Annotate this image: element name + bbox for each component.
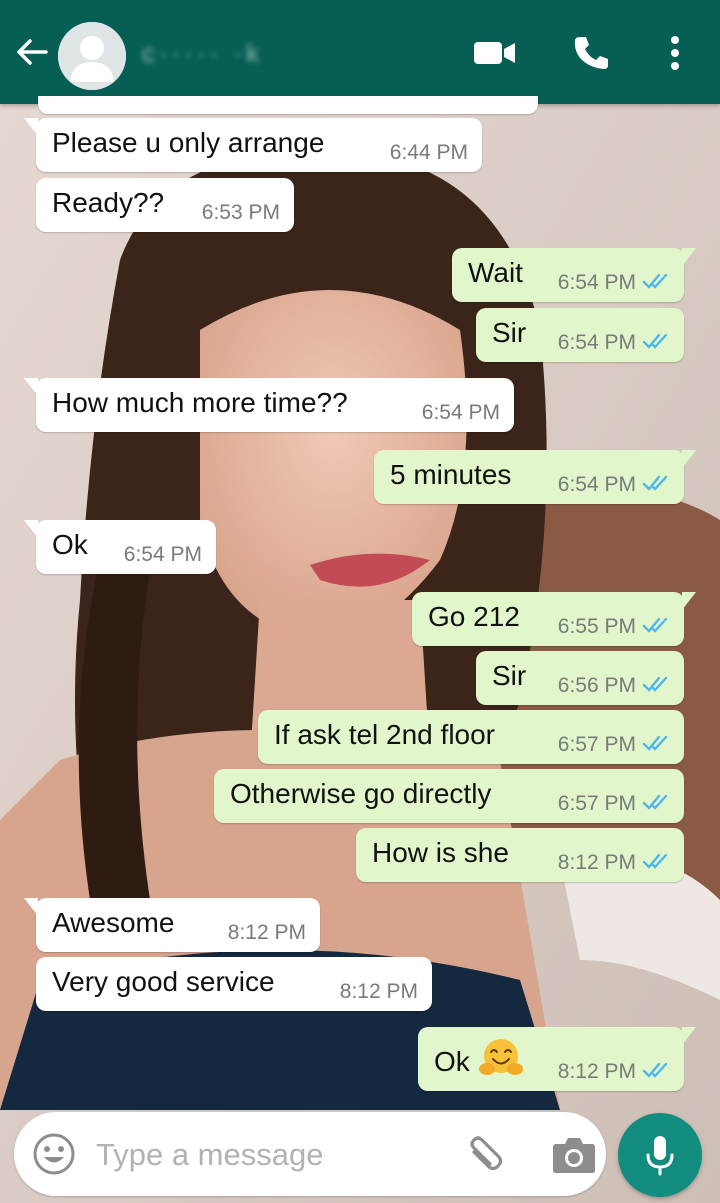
contact-name[interactable]: c····· ·k [142, 38, 342, 64]
message-text: Wait [468, 257, 523, 288]
bubble-tail [682, 592, 696, 610]
message-text: How is she [372, 837, 509, 868]
message-text: Otherwise go directly [230, 778, 492, 809]
emoji-icon[interactable] [30, 1130, 78, 1178]
message-bubble-incoming[interactable]: How much more time?? 6:54 PM [24, 378, 514, 432]
bubble-tail [24, 378, 38, 396]
message-text: Please u only arrange [52, 127, 325, 158]
message-bubble-incoming[interactable]: Please u only arrange 6:44 PM [24, 118, 482, 172]
message-time: 8:12 PM [557, 1060, 636, 1083]
read-ticks-icon [642, 273, 668, 289]
message-time: 6:57 PM [557, 792, 636, 815]
avatar-placeholder-icon [58, 22, 126, 90]
message-bubble-outgoing[interactable]: Sir 6:56 PM [476, 651, 684, 705]
video-call-icon[interactable] [472, 30, 518, 76]
message-text: Ready?? [52, 187, 165, 218]
message-text: How much more time?? [52, 387, 348, 418]
message-meta: 6:54 PM [544, 466, 670, 496]
message-time: 6:54 PM [557, 473, 636, 496]
message-composer [14, 1112, 606, 1196]
message-time: 6:55 PM [557, 615, 636, 638]
message-bubble-outgoing[interactable]: Otherwise go directly 6:57 PM [214, 769, 684, 823]
mic-button[interactable] [618, 1113, 702, 1197]
message-bubble-incoming[interactable]: Ok 6:54 PM [24, 520, 216, 574]
message-text: Very good service [52, 966, 275, 997]
message-meta: 6:57 PM [544, 726, 670, 756]
message-bubble-partial [38, 96, 538, 114]
contact-avatar[interactable] [58, 22, 126, 90]
read-ticks-icon [642, 617, 668, 633]
read-ticks-icon [642, 333, 668, 349]
message-meta: 6:56 PM [544, 667, 670, 697]
message-time: 6:53 PM [201, 201, 280, 224]
message-text: Go 212 [428, 601, 520, 632]
message-bubble-outgoing[interactable]: 5 minutes 6:54 PM [374, 450, 696, 504]
message-bubble-outgoing[interactable]: Sir 6:54 PM [476, 308, 684, 362]
message-text: Ok [52, 529, 88, 560]
hugging-face-emoji [478, 1039, 523, 1075]
message-time: 8:12 PM [557, 851, 636, 874]
message-bubble-outgoing[interactable]: How is she 8:12 PM [356, 828, 684, 882]
message-bubble-outgoing[interactable]: Wait 6:54 PM [452, 248, 696, 302]
read-ticks-icon [642, 853, 668, 869]
message-meta: 8:12 PM [544, 1053, 670, 1083]
bubble-tail [24, 520, 38, 538]
message-time: 8:12 PM [227, 921, 306, 944]
message-meta: 6:54 PM [544, 264, 670, 294]
read-ticks-icon [642, 735, 668, 751]
back-arrow-icon[interactable] [10, 30, 54, 74]
message-time: 6:54 PM [421, 401, 500, 424]
read-ticks-icon [642, 676, 668, 692]
message-time: 6:44 PM [389, 141, 468, 164]
message-text: Sir [492, 317, 527, 348]
message-bubble-incoming[interactable]: Very good service 8:12 PM [36, 957, 432, 1011]
read-ticks-icon [642, 475, 668, 491]
message-text: Awesome [52, 907, 175, 938]
message-input[interactable] [94, 1130, 438, 1180]
phone-icon[interactable] [568, 30, 614, 76]
message-bubble-incoming[interactable]: Ready?? 6:53 PM [36, 178, 294, 232]
read-ticks-icon [642, 794, 668, 810]
camera-icon[interactable] [550, 1132, 598, 1178]
read-ticks-icon [642, 1062, 668, 1078]
message-text: Sir [492, 660, 527, 691]
mic-icon [646, 1136, 674, 1176]
message-bubble-incoming[interactable]: Awesome 8:12 PM [24, 898, 320, 952]
chat-header: c····· ·k [0, 0, 720, 104]
attach-icon[interactable] [460, 1130, 510, 1180]
message-meta: 8:12 PM [544, 844, 670, 874]
bubble-tail [24, 898, 38, 916]
message-meta: 6:57 PM [544, 785, 670, 815]
message-text: If ask tel 2nd floor [274, 719, 496, 750]
bubble-tail [24, 118, 38, 136]
message-bubble-outgoing[interactable]: Go 212 6:55 PM [412, 592, 696, 646]
message-time: 6:54 PM [557, 271, 636, 294]
message-time: 6:54 PM [557, 331, 636, 354]
message-text: Ok [434, 1046, 470, 1077]
message-time: 6:57 PM [557, 733, 636, 756]
bubble-tail [682, 450, 696, 468]
message-text: 5 minutes [390, 459, 512, 490]
message-meta: 6:55 PM [544, 608, 670, 638]
message-time: 6:56 PM [557, 674, 636, 697]
message-bubble-outgoing[interactable]: If ask tel 2nd floor 6:57 PM [258, 710, 684, 764]
message-time: 6:54 PM [123, 543, 202, 566]
more-vert-icon[interactable] [652, 30, 698, 76]
message-bubble-outgoing[interactable]: Ok 8:12 PM [418, 1027, 696, 1091]
message-meta: 6:54 PM [544, 324, 670, 354]
message-time: 8:12 PM [339, 980, 418, 1003]
bubble-tail [682, 1027, 696, 1045]
bubble-tail [682, 248, 696, 266]
